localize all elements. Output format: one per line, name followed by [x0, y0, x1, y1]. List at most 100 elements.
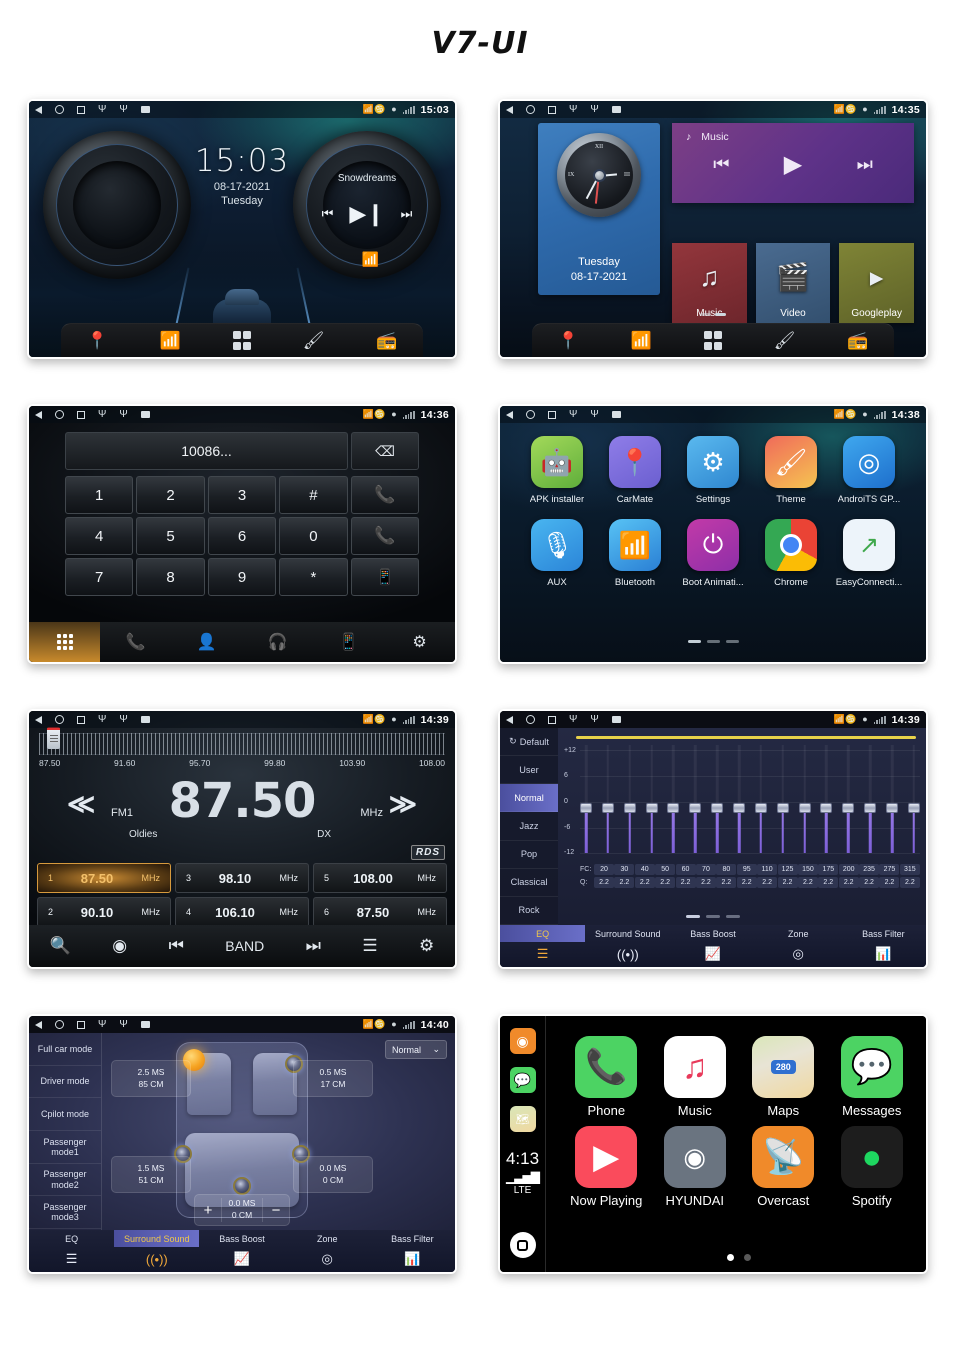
key-1[interactable]: 1 [65, 476, 134, 514]
mode-passenger3[interactable]: Passenger mode3 [29, 1196, 101, 1230]
slider-knob[interactable] [601, 803, 614, 813]
recents-icon[interactable] [77, 1020, 85, 1029]
increase-button[interactable]: + [195, 1202, 221, 1219]
q-cell[interactable]: 2.2 [838, 877, 859, 888]
carplay-app-music[interactable]: ♫ Music [651, 1036, 740, 1118]
mode-full-car[interactable]: Full car mode [29, 1033, 101, 1066]
next-track-icon[interactable]: ⏭ [401, 206, 413, 222]
eq-preset-normal[interactable]: Normal [500, 784, 558, 813]
fc-cell[interactable]: 50 [655, 864, 676, 875]
tab-bass-boost[interactable]: Bass Boost 📈 [199, 1230, 284, 1272]
carplay-home-icon[interactable] [509, 1232, 536, 1258]
screen-carplay[interactable]: ◉ 💬 🗺 4:13 ▁▃▅▇ LTE 📞 Phone ♫ Music 280 … [498, 1014, 928, 1274]
screen-equalizer[interactable]: Ψ Ψ 📶♋ ● 14:39 ↻ Default User Normal Jaz… [498, 709, 928, 969]
screen-widgets[interactable]: Ψ Ψ 📶♋ ● 14:35 XII III IX Tuesday 08-17-… [498, 99, 928, 359]
radio-dock[interactable]: 🔍 ◉ ⏮ BAND ⏭ ☰ ⚙ [29, 925, 455, 967]
eq-band-slider[interactable] [667, 745, 680, 861]
subwoofer-delay-control[interactable]: + 0.0 MS 0 CM − [194, 1194, 290, 1226]
delay-front-left[interactable]: 2.5 MS 85 CM [111, 1060, 191, 1097]
q-cell[interactable]: 2.2 [899, 877, 920, 888]
slider-knob[interactable] [907, 803, 920, 813]
home-icon[interactable] [55, 105, 64, 114]
q-cell[interactable]: 2.2 [797, 877, 818, 888]
eq-band-slider[interactable] [886, 745, 899, 861]
carplay-app-hyundai[interactable]: ◉ HYUNDAI [651, 1126, 740, 1208]
carplay-app-now-playing[interactable]: ▶ Now Playing [562, 1126, 651, 1208]
scan-icon[interactable]: ◉ [112, 936, 127, 956]
fc-cell[interactable]: 235 [859, 864, 880, 875]
app-bluetooth[interactable]: 📶 Bluetooth [596, 519, 674, 588]
back-icon[interactable] [506, 715, 513, 724]
q-cell[interactable]: 2.2 [655, 877, 676, 888]
mode-passenger1[interactable]: Passenger mode1 [29, 1131, 101, 1164]
slider-knob[interactable] [733, 803, 746, 813]
fc-cell[interactable]: 315 [899, 864, 920, 875]
tuning-marker[interactable] [47, 727, 60, 749]
eq-graph[interactable]: +12 6 0 -6 -12 [564, 745, 920, 861]
preset-4[interactable]: 4 106.10 MHz [175, 897, 309, 927]
home-icon[interactable] [526, 105, 535, 114]
play-pause-icon[interactable]: ▶❙ [349, 201, 384, 227]
mode-driver[interactable]: Driver mode [29, 1066, 101, 1099]
hangup-button[interactable]: 📞 [350, 517, 419, 555]
call-history-icon[interactable]: 📞 [100, 632, 171, 652]
fc-cell[interactable]: 70 [695, 864, 716, 875]
fc-cell[interactable]: 95 [736, 864, 757, 875]
delay-front-right[interactable]: 0.5 MS 17 CM [293, 1060, 373, 1097]
eq-preset-user[interactable]: User [500, 756, 558, 785]
slider-knob[interactable] [754, 803, 767, 813]
screen-home[interactable]: Ψ Ψ 📶♋ ● 15:03 15:03 08-17-2021 Tuesday … [27, 99, 457, 359]
fc-cell[interactable]: 20 [594, 864, 614, 875]
app-androits-gps[interactable]: ◎ AndroiTS GP... [830, 436, 908, 505]
slider-knob[interactable] [711, 803, 724, 813]
home-dock[interactable]: 📍 📶 🖌 📻 [532, 323, 894, 357]
fc-cell[interactable]: 125 [777, 864, 798, 875]
key-4[interactable]: 4 [65, 517, 134, 555]
key-8[interactable]: 8 [136, 558, 205, 596]
mode-cpilot[interactable]: Cpilot mode [29, 1098, 101, 1132]
bluetooth-icon[interactable]: 📶 [160, 331, 181, 351]
recents-icon[interactable] [548, 410, 556, 419]
eq-band-slider[interactable] [689, 745, 702, 861]
key-5[interactable]: 5 [136, 517, 205, 555]
app-apk-installer[interactable]: 🤖 APK installer [518, 436, 596, 505]
slider-knob[interactable] [623, 803, 636, 813]
eq-preset-default[interactable]: ↻ Default [500, 728, 558, 757]
eq-band-slider[interactable] [842, 745, 855, 861]
home-icon[interactable] [526, 715, 535, 724]
q-cell[interactable]: 2.2 [675, 877, 696, 888]
eq-panel[interactable]: +12 6 0 -6 -12 FC: 20 30 40 50 60 70 80 95 110 12… [558, 728, 926, 925]
music-widget-controls[interactable]: ⏮ ▶ ⏭ [686, 150, 900, 179]
fc-cell[interactable]: 40 [634, 864, 655, 875]
slider-knob[interactable] [667, 803, 680, 813]
search-icon[interactable]: 🔍 [50, 936, 71, 956]
bluetooth-icon[interactable]: 📶 [631, 331, 652, 351]
q-cell[interactable]: 2.2 [716, 877, 737, 888]
delay-rear-right[interactable]: 0.0 MS 0 CM [293, 1156, 373, 1193]
key-star[interactable]: * [279, 558, 348, 596]
band-button[interactable]: BAND [225, 938, 264, 954]
tuning-scale[interactable] [39, 733, 445, 755]
eq-band-slider[interactable] [623, 745, 636, 861]
analog-clock-widget[interactable]: XII III IX Tuesday 08-17-2021 [538, 123, 660, 295]
app-grid[interactable]: 🤖 APK installer 📍 CarMate ⚙ Settings 🖌 T… [518, 436, 908, 588]
equalizer-icon[interactable]: ☰ [362, 936, 377, 956]
recents-icon[interactable] [548, 105, 556, 114]
eq-band-slider[interactable] [798, 745, 811, 861]
preset-5[interactable]: 5 108.00 MHz [313, 863, 447, 893]
eq-band-slider[interactable] [754, 745, 767, 861]
prev-track-icon[interactable]: ⏮ [322, 206, 334, 222]
play-icon[interactable]: ▶ [784, 150, 802, 179]
slider-knob[interactable] [645, 803, 658, 813]
tab-eq[interactable]: EQ ☰ [29, 1230, 114, 1272]
navigation-icon[interactable]: 📍 [558, 331, 579, 351]
transfer-call-icon[interactable]: 📱 [350, 558, 419, 596]
back-icon[interactable] [35, 410, 42, 419]
carplay-app-messages[interactable]: 💬 Messages [828, 1036, 917, 1118]
tab-surround-sound[interactable]: Surround Sound ((•)) [114, 1230, 200, 1272]
q-cell[interactable]: 2.2 [614, 877, 635, 888]
carplay-app-overcast[interactable]: 📡 Overcast [739, 1126, 828, 1208]
key-2[interactable]: 2 [136, 476, 205, 514]
carplay-app-phone[interactable]: 📞 Phone [562, 1036, 651, 1118]
q-cell[interactable]: 2.2 [818, 877, 839, 888]
